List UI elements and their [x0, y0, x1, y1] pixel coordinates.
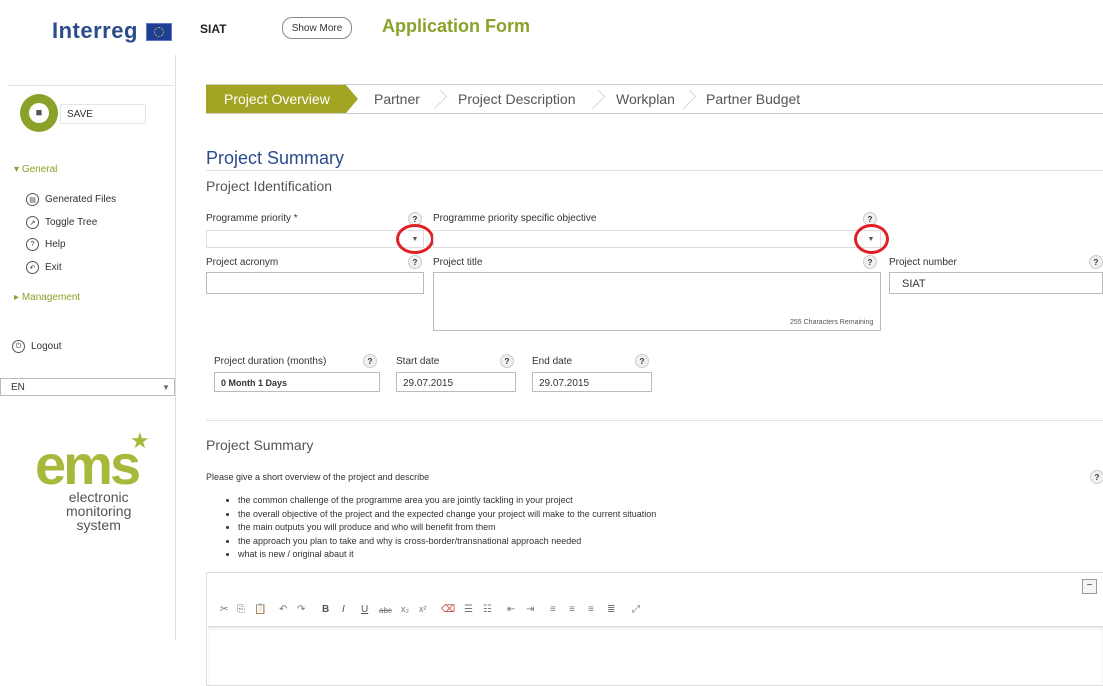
strikethrough-icon[interactable]: abc [379, 606, 392, 615]
undo-icon[interactable]: ↶ [279, 604, 287, 615]
sidebar-item-exit[interactable]: ↶ Exit [26, 261, 62, 274]
star-icon: ★ [130, 428, 150, 453]
help-icon[interactable]: ? [863, 255, 877, 269]
project-number-label: Project number [889, 257, 957, 268]
power-icon: ⏻ [12, 340, 25, 353]
step-separator [427, 89, 448, 110]
eu-flag-icon [146, 23, 172, 41]
cut-icon[interactable]: ✂ [220, 604, 228, 615]
list-item: the main outputs you will produce and wh… [238, 521, 656, 535]
project-title-label: Project title [433, 257, 483, 268]
duration-field: 0 Month 1 Days [214, 372, 380, 392]
summary-bullet-list: the common challenge of the programme ar… [228, 494, 656, 562]
interreg-logo: Interreg [52, 18, 138, 43]
step-separator [676, 89, 697, 110]
clear-format-icon[interactable]: ⌫ [441, 604, 455, 615]
superscript-icon[interactable]: x² [419, 604, 427, 614]
duration-label: Project duration (months) [214, 356, 327, 367]
help-icon: ? [26, 238, 39, 251]
project-acronym-input[interactable] [206, 272, 424, 294]
step-workplan[interactable]: Workplan [616, 85, 675, 113]
lock-icon: ■ [29, 103, 49, 123]
divider [8, 85, 174, 86]
caret-down-icon: ▾ [14, 164, 22, 175]
caret-right-icon: ▸ [14, 292, 22, 303]
align-left-icon[interactable]: ≡ [550, 604, 556, 615]
save-button[interactable]: ■ [20, 94, 58, 132]
bold-icon[interactable]: B [322, 604, 329, 615]
step-navigation: Project Overview Partner Project Descrip… [206, 84, 1103, 114]
step-separator [585, 89, 606, 110]
project-acronym-label: Project acronym [206, 257, 279, 268]
help-icon[interactable]: ? [408, 255, 422, 269]
list-item: the approach you plan to take and why is… [238, 535, 656, 549]
sidebar-item-help[interactable]: ? Help [26, 238, 66, 251]
subscript-icon[interactable]: x₂ [401, 604, 409, 614]
copy-icon[interactable]: ⎘ [237, 604, 245, 615]
page-title: Application Form [382, 16, 530, 36]
save-label[interactable]: SAVE [60, 104, 146, 124]
section-subheading: Project Identification [206, 178, 333, 194]
outdent-icon[interactable]: ⇤ [507, 604, 515, 615]
align-center-icon[interactable]: ≡ [569, 604, 575, 615]
highlight-circle [396, 224, 434, 254]
chevron-down-icon[interactable]: ▼ [162, 383, 170, 392]
specific-objective-label: Programme priority specific objective [433, 213, 597, 224]
help-icon[interactable]: ? [363, 354, 377, 368]
project-number-value: SIAT [902, 278, 926, 290]
help-icon[interactable]: ? [500, 354, 514, 368]
end-date-input[interactable]: 29.07.2015 [532, 372, 652, 392]
italic-icon[interactable]: I [342, 604, 345, 615]
list-item: what is new / original abaut it [238, 548, 656, 562]
end-date-label: End date [532, 356, 573, 367]
start-date-input[interactable]: 29.07.2015 [396, 372, 516, 392]
language-select[interactable]: EN [0, 378, 175, 396]
tree-icon: ↗ [26, 216, 39, 229]
specific-objective-select[interactable] [433, 230, 881, 248]
indent-icon[interactable]: ⇥ [526, 604, 534, 615]
paste-icon[interactable]: 📋 [254, 604, 266, 615]
start-date-label: Start date [396, 356, 440, 367]
list-item: the overall objective of the project and… [238, 508, 656, 522]
step-partner-budget[interactable]: Partner Budget [706, 85, 800, 113]
justify-icon[interactable]: ≣ [607, 604, 615, 615]
step-project-overview[interactable]: Project Overview [206, 85, 358, 113]
exit-icon: ↶ [26, 261, 39, 274]
collapse-button[interactable]: − [1082, 579, 1097, 594]
numbered-list-icon[interactable]: ☰ [464, 604, 473, 615]
divider [206, 420, 1103, 421]
programme-priority-select[interactable] [206, 230, 424, 248]
maximize-icon[interactable]: ⤢ [632, 604, 640, 615]
project-number-field: SIAT [889, 272, 1103, 294]
app-code: SIAT [200, 22, 227, 36]
ems-logo: ems [35, 433, 141, 496]
redo-icon[interactable]: ↷ [297, 604, 305, 615]
editor-content-area[interactable] [208, 626, 1103, 685]
step-project-description[interactable]: Project Description [458, 85, 576, 113]
sidebar-item-generated-files[interactable]: ▤ Generated Files [26, 193, 116, 206]
bullet-list-icon[interactable]: ☷ [483, 604, 492, 615]
step-partner[interactable]: Partner [374, 85, 420, 113]
highlight-circle [854, 224, 889, 254]
help-icon[interactable]: ? [1089, 255, 1103, 269]
sidebar-section-general[interactable]: ▾ General [14, 164, 57, 175]
align-right-icon[interactable]: ≡ [588, 604, 594, 615]
show-more-button[interactable]: Show More [282, 17, 352, 39]
sidebar-section-management[interactable]: ▸ Management [14, 292, 80, 303]
logout-button[interactable]: ⏻ Logout [12, 340, 62, 353]
help-icon[interactable]: ? [1090, 470, 1103, 484]
programme-priority-label: Programme priority * [206, 213, 298, 224]
ems-logo-subtitle: electronic monitoring system [66, 489, 132, 533]
summary-heading: Project Summary [206, 437, 314, 453]
sidebar-item-toggle-tree[interactable]: ↗ Toggle Tree [26, 216, 97, 229]
help-icon[interactable]: ? [635, 354, 649, 368]
section-heading: Project Summary [206, 148, 345, 168]
list-item: the common challenge of the programme ar… [238, 494, 656, 508]
summary-intro: Please give a short overview of the proj… [206, 472, 430, 482]
save-icon: ▤ [26, 193, 39, 206]
underline-icon[interactable]: U [361, 604, 368, 615]
divider [206, 170, 1103, 171]
characters-remaining: 255 Characters Remaining [790, 319, 874, 326]
